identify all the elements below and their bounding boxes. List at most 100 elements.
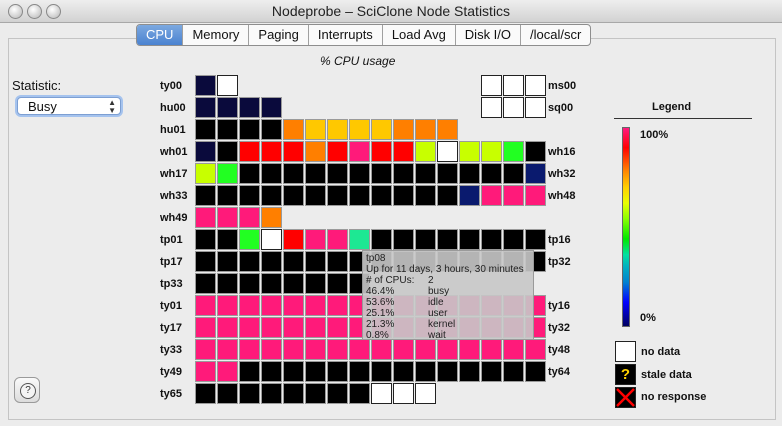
node-cell[interactable] [283, 163, 304, 184]
node-cell[interactable] [327, 185, 348, 206]
node-cell[interactable] [239, 163, 260, 184]
node-cell[interactable] [503, 97, 524, 118]
node-cell[interactable] [503, 141, 524, 162]
node-cell[interactable] [481, 185, 502, 206]
node-cell[interactable] [239, 251, 260, 272]
node-cell[interactable] [503, 229, 524, 250]
node-cell[interactable] [437, 141, 458, 162]
node-cell[interactable] [503, 361, 524, 382]
node-cell[interactable] [261, 119, 282, 140]
node-cell[interactable] [481, 339, 502, 360]
node-cell[interactable] [195, 251, 216, 272]
node-cell[interactable] [349, 163, 370, 184]
node-cell[interactable] [525, 97, 546, 118]
statistic-select[interactable]: Busy ▲ ▼ [17, 97, 121, 115]
node-cell[interactable] [261, 97, 282, 118]
tab-disk-io[interactable]: Disk I/O [454, 25, 520, 45]
node-cell[interactable] [217, 75, 238, 96]
node-cell[interactable] [459, 163, 480, 184]
node-cell[interactable] [195, 273, 216, 294]
node-cell[interactable] [525, 163, 546, 184]
node-cell[interactable] [393, 361, 414, 382]
node-cell[interactable] [327, 361, 348, 382]
node-cell[interactable] [217, 141, 238, 162]
node-cell[interactable] [283, 273, 304, 294]
node-cell[interactable] [415, 383, 436, 404]
node-cell[interactable] [371, 141, 392, 162]
node-cell[interactable] [195, 141, 216, 162]
node-cell[interactable] [195, 383, 216, 404]
node-cell[interactable] [305, 383, 326, 404]
node-cell[interactable] [415, 141, 436, 162]
node-cell[interactable] [459, 229, 480, 250]
node-cell[interactable] [525, 229, 546, 250]
node-cell[interactable] [283, 317, 304, 338]
node-cell[interactable] [283, 361, 304, 382]
node-cell[interactable] [305, 317, 326, 338]
node-cell[interactable] [481, 97, 502, 118]
node-cell[interactable] [327, 251, 348, 272]
node-cell[interactable] [195, 207, 216, 228]
node-cell[interactable] [217, 119, 238, 140]
node-cell[interactable] [393, 119, 414, 140]
node-cell[interactable] [283, 185, 304, 206]
tab-load-avg[interactable]: Load Avg [381, 25, 455, 45]
node-cell[interactable] [217, 185, 238, 206]
node-cell[interactable] [349, 383, 370, 404]
node-cell[interactable] [239, 383, 260, 404]
node-cell[interactable] [437, 119, 458, 140]
node-cell[interactable] [481, 75, 502, 96]
node-cell[interactable] [305, 163, 326, 184]
node-cell[interactable] [393, 383, 414, 404]
node-cell[interactable] [393, 163, 414, 184]
node-cell[interactable] [195, 339, 216, 360]
node-cell[interactable] [217, 361, 238, 382]
node-cell[interactable] [195, 75, 216, 96]
node-cell[interactable] [481, 141, 502, 162]
node-cell[interactable] [415, 163, 436, 184]
node-cell[interactable] [195, 317, 216, 338]
node-cell[interactable] [393, 185, 414, 206]
node-cell[interactable] [261, 295, 282, 316]
node-cell[interactable] [349, 119, 370, 140]
node-cell[interactable] [261, 229, 282, 250]
node-cell[interactable] [217, 295, 238, 316]
node-cell[interactable] [305, 119, 326, 140]
tab-cpu[interactable]: CPU [137, 25, 183, 45]
node-cell[interactable] [481, 229, 502, 250]
node-cell[interactable] [503, 339, 524, 360]
node-cell[interactable] [459, 141, 480, 162]
node-cell[interactable] [261, 339, 282, 360]
node-cell[interactable] [261, 207, 282, 228]
node-cell[interactable] [437, 185, 458, 206]
node-cell[interactable] [217, 383, 238, 404]
node-cell[interactable] [437, 229, 458, 250]
node-cell[interactable] [239, 141, 260, 162]
node-cell[interactable] [371, 163, 392, 184]
node-cell[interactable] [437, 339, 458, 360]
node-cell[interactable] [349, 185, 370, 206]
node-cell[interactable] [415, 361, 436, 382]
node-cell[interactable] [371, 361, 392, 382]
node-cell[interactable] [261, 251, 282, 272]
node-cell[interactable] [327, 119, 348, 140]
node-cell[interactable] [305, 339, 326, 360]
node-cell[interactable] [217, 339, 238, 360]
node-cell[interactable] [217, 163, 238, 184]
node-cell[interactable] [349, 361, 370, 382]
node-cell[interactable] [371, 119, 392, 140]
node-cell[interactable] [305, 295, 326, 316]
node-cell[interactable] [217, 207, 238, 228]
node-cell[interactable] [283, 339, 304, 360]
node-cell[interactable] [217, 251, 238, 272]
node-cell[interactable] [217, 97, 238, 118]
node-cell[interactable] [283, 119, 304, 140]
node-cell[interactable] [217, 317, 238, 338]
node-cell[interactable] [437, 163, 458, 184]
node-cell[interactable] [239, 185, 260, 206]
node-cell[interactable] [217, 273, 238, 294]
node-cell[interactable] [239, 207, 260, 228]
node-cell[interactable] [327, 339, 348, 360]
node-cell[interactable] [327, 317, 348, 338]
node-cell[interactable] [415, 119, 436, 140]
